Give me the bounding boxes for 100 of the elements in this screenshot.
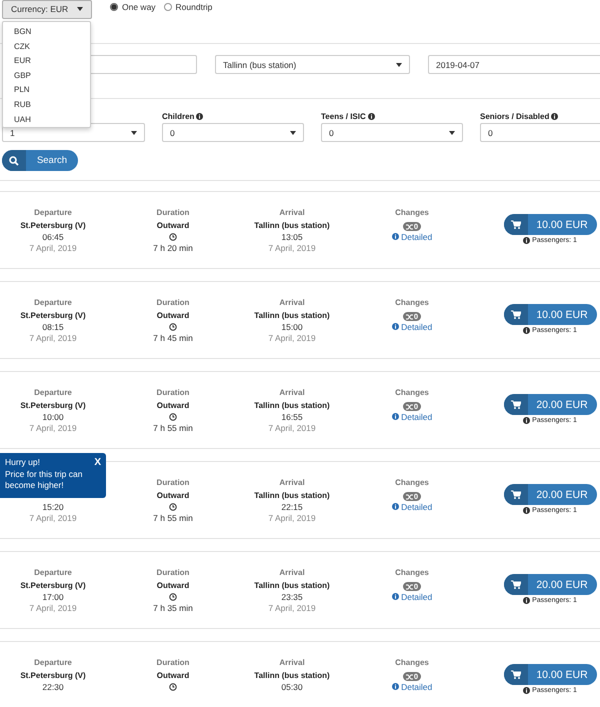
station-name: St.Petersburg (V) xyxy=(20,671,86,682)
cart-icon xyxy=(510,490,520,499)
details-link[interactable]: Detailed xyxy=(392,682,432,692)
cart-icon xyxy=(510,310,520,319)
radio-icon[interactable] xyxy=(164,2,172,10)
field-label: Teens / ISIC xyxy=(321,112,366,121)
currency-option[interactable]: GBP xyxy=(3,68,90,84)
column-header: Duration xyxy=(156,568,190,579)
station-name: St.Petersburg (V) xyxy=(20,581,86,592)
info-icon xyxy=(523,687,530,694)
price-button[interactable]: 10.00 EUR xyxy=(504,214,596,235)
station-name: Tallinn (bus station) xyxy=(254,491,330,502)
column-header: Changes xyxy=(395,478,429,489)
time-text: 22:15 xyxy=(281,502,303,513)
info-icon xyxy=(523,417,530,424)
date-text: 7 April, 2019 xyxy=(268,423,316,434)
station-name: Tallinn (bus station) xyxy=(254,671,330,682)
price-button[interactable]: 20.00 EUR xyxy=(504,394,596,415)
cart-icon xyxy=(510,670,520,679)
time-text: 23:35 xyxy=(281,592,303,603)
currency-dropdown[interactable]: Currency: EUR xyxy=(2,0,92,18)
search-icon xyxy=(9,156,19,166)
station-name: Tallinn (bus station) xyxy=(254,311,330,322)
info-icon xyxy=(368,113,375,120)
direction-text: Outward xyxy=(156,491,190,502)
info-icon xyxy=(523,507,530,514)
time-text: 10:00 xyxy=(42,412,64,423)
details-link[interactable]: Detailed xyxy=(392,322,432,332)
info-icon xyxy=(392,593,399,600)
trip-type-radio[interactable]: Roundtrip xyxy=(164,2,212,12)
info-icon xyxy=(551,113,558,120)
info-icon xyxy=(523,597,530,604)
price-button[interactable]: 20.00 EUR xyxy=(504,484,596,505)
direction-text: Outward xyxy=(156,221,190,232)
search-button[interactable]: Search xyxy=(2,150,78,171)
radio-icon[interactable] xyxy=(110,2,118,10)
select-field[interactable]: 0 xyxy=(162,123,304,142)
column-header: Departure xyxy=(34,388,72,399)
price-button[interactable]: 10.00 EUR xyxy=(504,664,596,685)
select-field[interactable]: 0 xyxy=(321,123,463,142)
date-field[interactable]: 2019-04-07 xyxy=(428,55,600,74)
currency-option[interactable]: CZK xyxy=(3,40,90,54)
field-label: Children xyxy=(162,112,194,121)
column-header: Departure xyxy=(34,658,72,669)
column-header: Changes xyxy=(395,298,429,309)
select-field[interactable]: Tallinn (bus station) xyxy=(215,55,410,74)
column-header: Arrival xyxy=(279,658,305,669)
column-header: Departure xyxy=(34,298,72,309)
currency-option[interactable]: PLN xyxy=(3,83,90,98)
details-link[interactable]: Detailed xyxy=(392,592,432,602)
currency-option[interactable]: RUB xyxy=(3,98,90,113)
clock-icon xyxy=(169,683,177,691)
time-text: 16:55 xyxy=(281,412,303,423)
station-name: St.Petersburg (V) xyxy=(20,311,86,322)
info-icon xyxy=(523,327,530,334)
trip-type-radio[interactable]: One way xyxy=(110,2,156,12)
time-text: 15:20 xyxy=(42,502,64,513)
details-link[interactable]: Detailed xyxy=(392,412,432,422)
price-button[interactable]: 20.00 EUR xyxy=(504,574,596,595)
close-button[interactable]: X xyxy=(94,456,101,468)
column-header: Changes xyxy=(395,388,429,399)
date-text: 7 April, 2019 xyxy=(268,333,316,344)
input-field[interactable]: 0 xyxy=(480,123,600,142)
info-icon xyxy=(523,237,530,244)
column-header: Departure xyxy=(34,208,72,219)
column-header: Changes xyxy=(395,568,429,579)
time-text: 13:05 xyxy=(281,232,303,243)
shuffle-icon xyxy=(406,404,413,410)
caret-icon xyxy=(396,62,402,66)
station-name: Tallinn (bus station) xyxy=(254,221,330,232)
date-text: 7 April, 2019 xyxy=(268,603,316,614)
duration-text: 7 h 20 min xyxy=(153,243,193,254)
date-text: 7 April, 2019 xyxy=(29,603,77,614)
currency-option[interactable]: BGN xyxy=(3,25,90,40)
date-text: 7 April, 2019 xyxy=(29,333,77,344)
time-text: 15:00 xyxy=(281,322,303,333)
radio-label: One way xyxy=(122,2,156,12)
time-text: 22:30 xyxy=(42,682,64,693)
column-header: Departure xyxy=(34,568,72,579)
column-header: Duration xyxy=(156,298,190,309)
clock-icon xyxy=(169,503,177,511)
clock-icon xyxy=(169,413,177,421)
tooltip-title: Hurry up! xyxy=(5,457,41,468)
details-link[interactable]: Detailed xyxy=(392,232,432,242)
shuffle-icon xyxy=(406,584,413,590)
price-button[interactable]: 10.00 EUR xyxy=(504,304,596,325)
time-text: 06:45 xyxy=(42,232,64,243)
direction-text: Outward xyxy=(156,581,190,592)
date-text: 7 April, 2019 xyxy=(268,243,316,254)
cart-icon xyxy=(510,400,520,409)
info-icon xyxy=(392,683,399,690)
duration-text: 7 h 55 min xyxy=(153,513,193,524)
info-icon xyxy=(196,113,204,120)
tooltip-text: Price for this trip can become higher! xyxy=(5,468,84,492)
duration-text: 7 h 35 min xyxy=(153,603,193,614)
duration-text: 7 h 55 min xyxy=(153,423,193,434)
info-icon xyxy=(392,413,399,420)
caret-icon xyxy=(77,7,83,11)
details-link[interactable]: Detailed xyxy=(392,502,432,512)
currency-option[interactable]: EUR xyxy=(3,54,90,69)
